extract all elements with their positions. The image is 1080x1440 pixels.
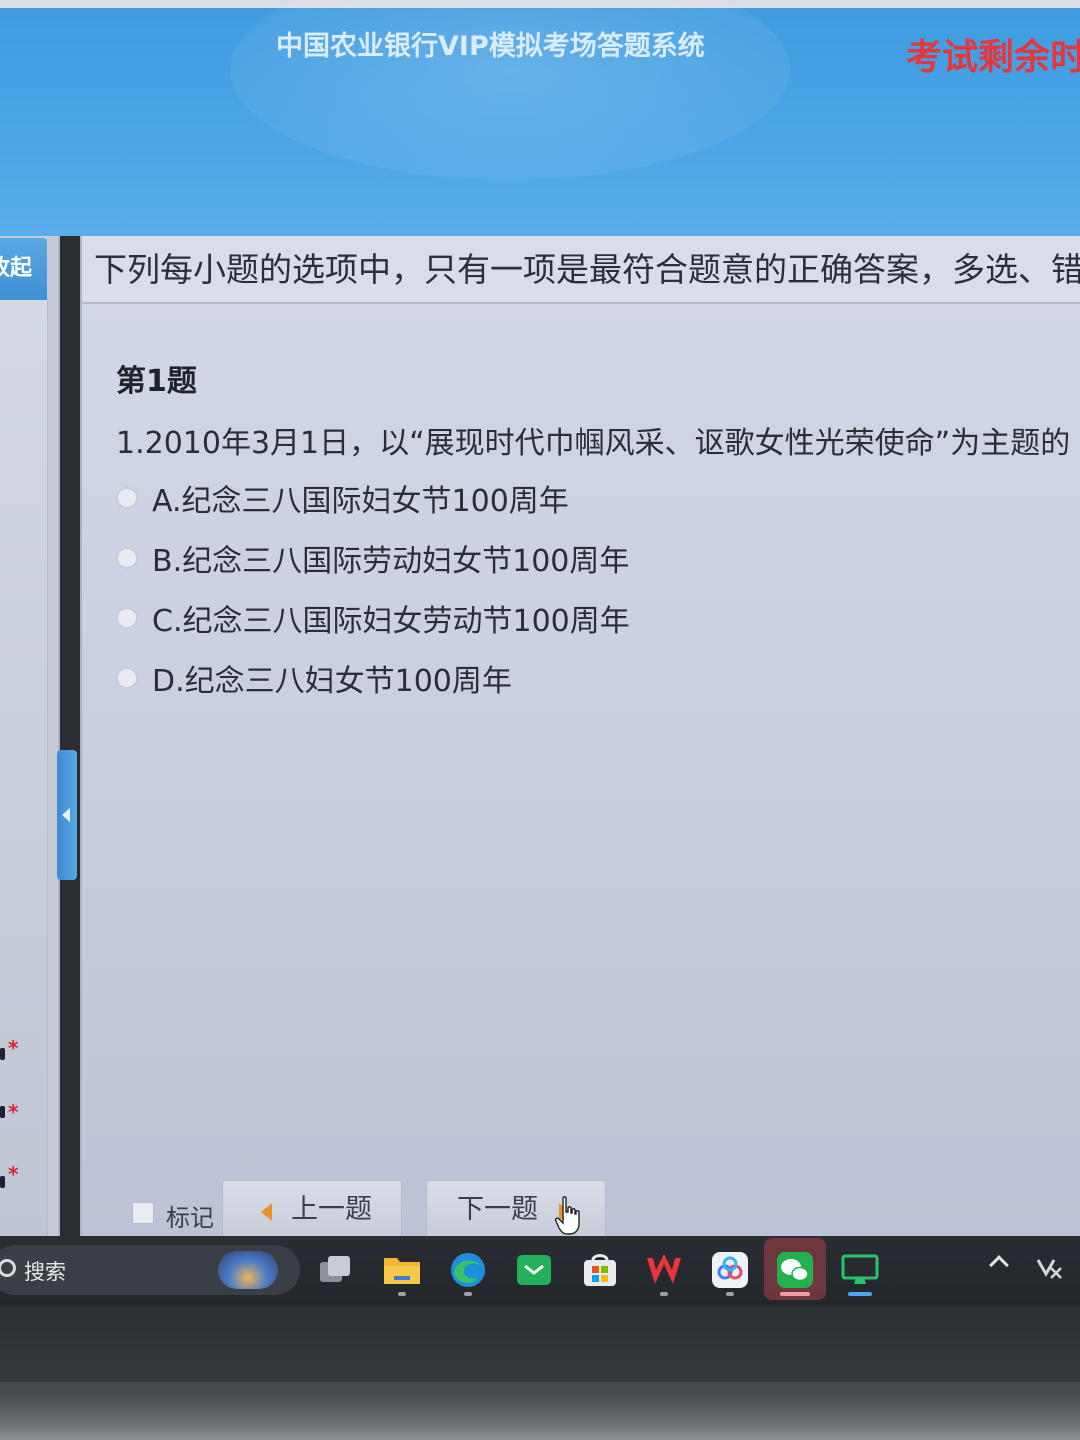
network-icon[interactable] bbox=[1036, 1254, 1064, 1282]
taskbar-search-box[interactable]: 搜索 bbox=[0, 1245, 300, 1295]
radio-button[interactable] bbox=[116, 607, 138, 629]
question-nav-list bbox=[0, 300, 48, 1236]
question-footer: 标记 上一题 下一题 bbox=[122, 1180, 622, 1236]
option-b[interactable]: B.纪念三八国际劳动妇女节100周年 bbox=[116, 536, 629, 580]
hand-pointer-cursor-icon bbox=[555, 1196, 580, 1235]
search-label: 搜索 bbox=[24, 1260, 66, 1284]
unanswered-star-marker: * bbox=[8, 1100, 19, 1124]
mark-checkbox[interactable] bbox=[132, 1202, 154, 1224]
question-number: 第1题 bbox=[116, 364, 197, 399]
option-d[interactable]: D.纪念三八妇女节100周年 bbox=[116, 656, 512, 700]
chevron-left-icon bbox=[62, 808, 70, 822]
wps-office-icon[interactable] bbox=[644, 1250, 684, 1290]
bezel-edge bbox=[0, 1382, 1080, 1394]
collapse-panel-label: 收起 bbox=[0, 256, 33, 281]
option-c[interactable]: C.纪念三八国际妇女劳动节100周年 bbox=[116, 596, 630, 640]
active-indicator bbox=[848, 1292, 872, 1296]
question-area: 下列每小题的选项中，只有一项是最符合题意的正确答案，多选、错选 第1题 1.20… bbox=[80, 236, 1080, 1236]
search-highlight-image bbox=[218, 1251, 278, 1289]
option-a[interactable]: A.纪念三八国际妇女节100周年 bbox=[116, 476, 569, 520]
nav-item-marker[interactable] bbox=[0, 1048, 5, 1060]
radio-button[interactable] bbox=[116, 547, 138, 569]
email-app-icon[interactable] bbox=[514, 1250, 554, 1290]
running-indicator bbox=[398, 1292, 406, 1296]
panel-toggle-handle[interactable] bbox=[57, 750, 77, 880]
unanswered-star-marker: * bbox=[8, 1162, 19, 1186]
previous-question-label: 上一题 bbox=[291, 1194, 372, 1225]
file-explorer-icon[interactable] bbox=[382, 1250, 422, 1290]
option-label: A.纪念三八国际妇女节100周年 bbox=[152, 484, 569, 519]
exam-timer-label: 考试剩余时 bbox=[906, 37, 1080, 78]
arrow-left-icon bbox=[261, 1203, 272, 1221]
question-text: 1.2010年3月1日，以“展现时代巾帼风采、讴歌女性光荣使命”为主题的 bbox=[116, 426, 1071, 461]
mark-label[interactable]: 标记 bbox=[166, 1198, 214, 1233]
edge-browser-icon[interactable] bbox=[448, 1250, 488, 1290]
option-label: B.纪念三八国际劳动妇女节100周年 bbox=[152, 544, 630, 579]
unanswered-star-marker: * bbox=[8, 1036, 19, 1060]
next-question-label: 下一题 bbox=[457, 1194, 538, 1225]
nav-item-marker[interactable] bbox=[0, 1176, 5, 1188]
radio-button[interactable] bbox=[116, 667, 138, 689]
previous-question-button[interactable]: 上一题 bbox=[222, 1180, 402, 1236]
laptop-bezel bbox=[0, 1306, 1080, 1440]
windows-taskbar: 搜索 bbox=[0, 1236, 1080, 1306]
remote-desktop-icon[interactable] bbox=[840, 1250, 880, 1290]
exam-header: 中国农业银行VIP模拟考场答题系统 考试剩余时 bbox=[0, 0, 1080, 236]
active-indicator bbox=[780, 1292, 810, 1296]
collapse-panel-button[interactable]: 收起 bbox=[0, 238, 47, 300]
running-indicator bbox=[660, 1292, 668, 1296]
running-indicator bbox=[726, 1292, 734, 1296]
section-instructions: 下列每小题的选项中，只有一项是最符合题意的正确答案，多选、错选 bbox=[82, 236, 1080, 304]
wechat-icon[interactable] bbox=[775, 1250, 815, 1290]
option-label: D.纪念三八妇女节100周年 bbox=[152, 664, 512, 699]
search-icon bbox=[0, 1259, 16, 1277]
nav-item-marker[interactable] bbox=[0, 1106, 5, 1118]
radio-button[interactable] bbox=[116, 487, 138, 509]
option-label: C.纪念三八国际妇女劳动节100周年 bbox=[152, 604, 630, 639]
task-view-icon[interactable] bbox=[316, 1250, 356, 1290]
question-nav-panel: 收起 * * * bbox=[0, 236, 60, 1236]
cloud-drive-icon[interactable] bbox=[710, 1250, 750, 1290]
chevron-up-icon[interactable] bbox=[989, 1255, 1009, 1275]
app-title: 中国农业银行VIP模拟考场答题系统 bbox=[276, 31, 705, 62]
microsoft-store-icon[interactable] bbox=[580, 1250, 620, 1290]
running-indicator bbox=[464, 1292, 472, 1296]
